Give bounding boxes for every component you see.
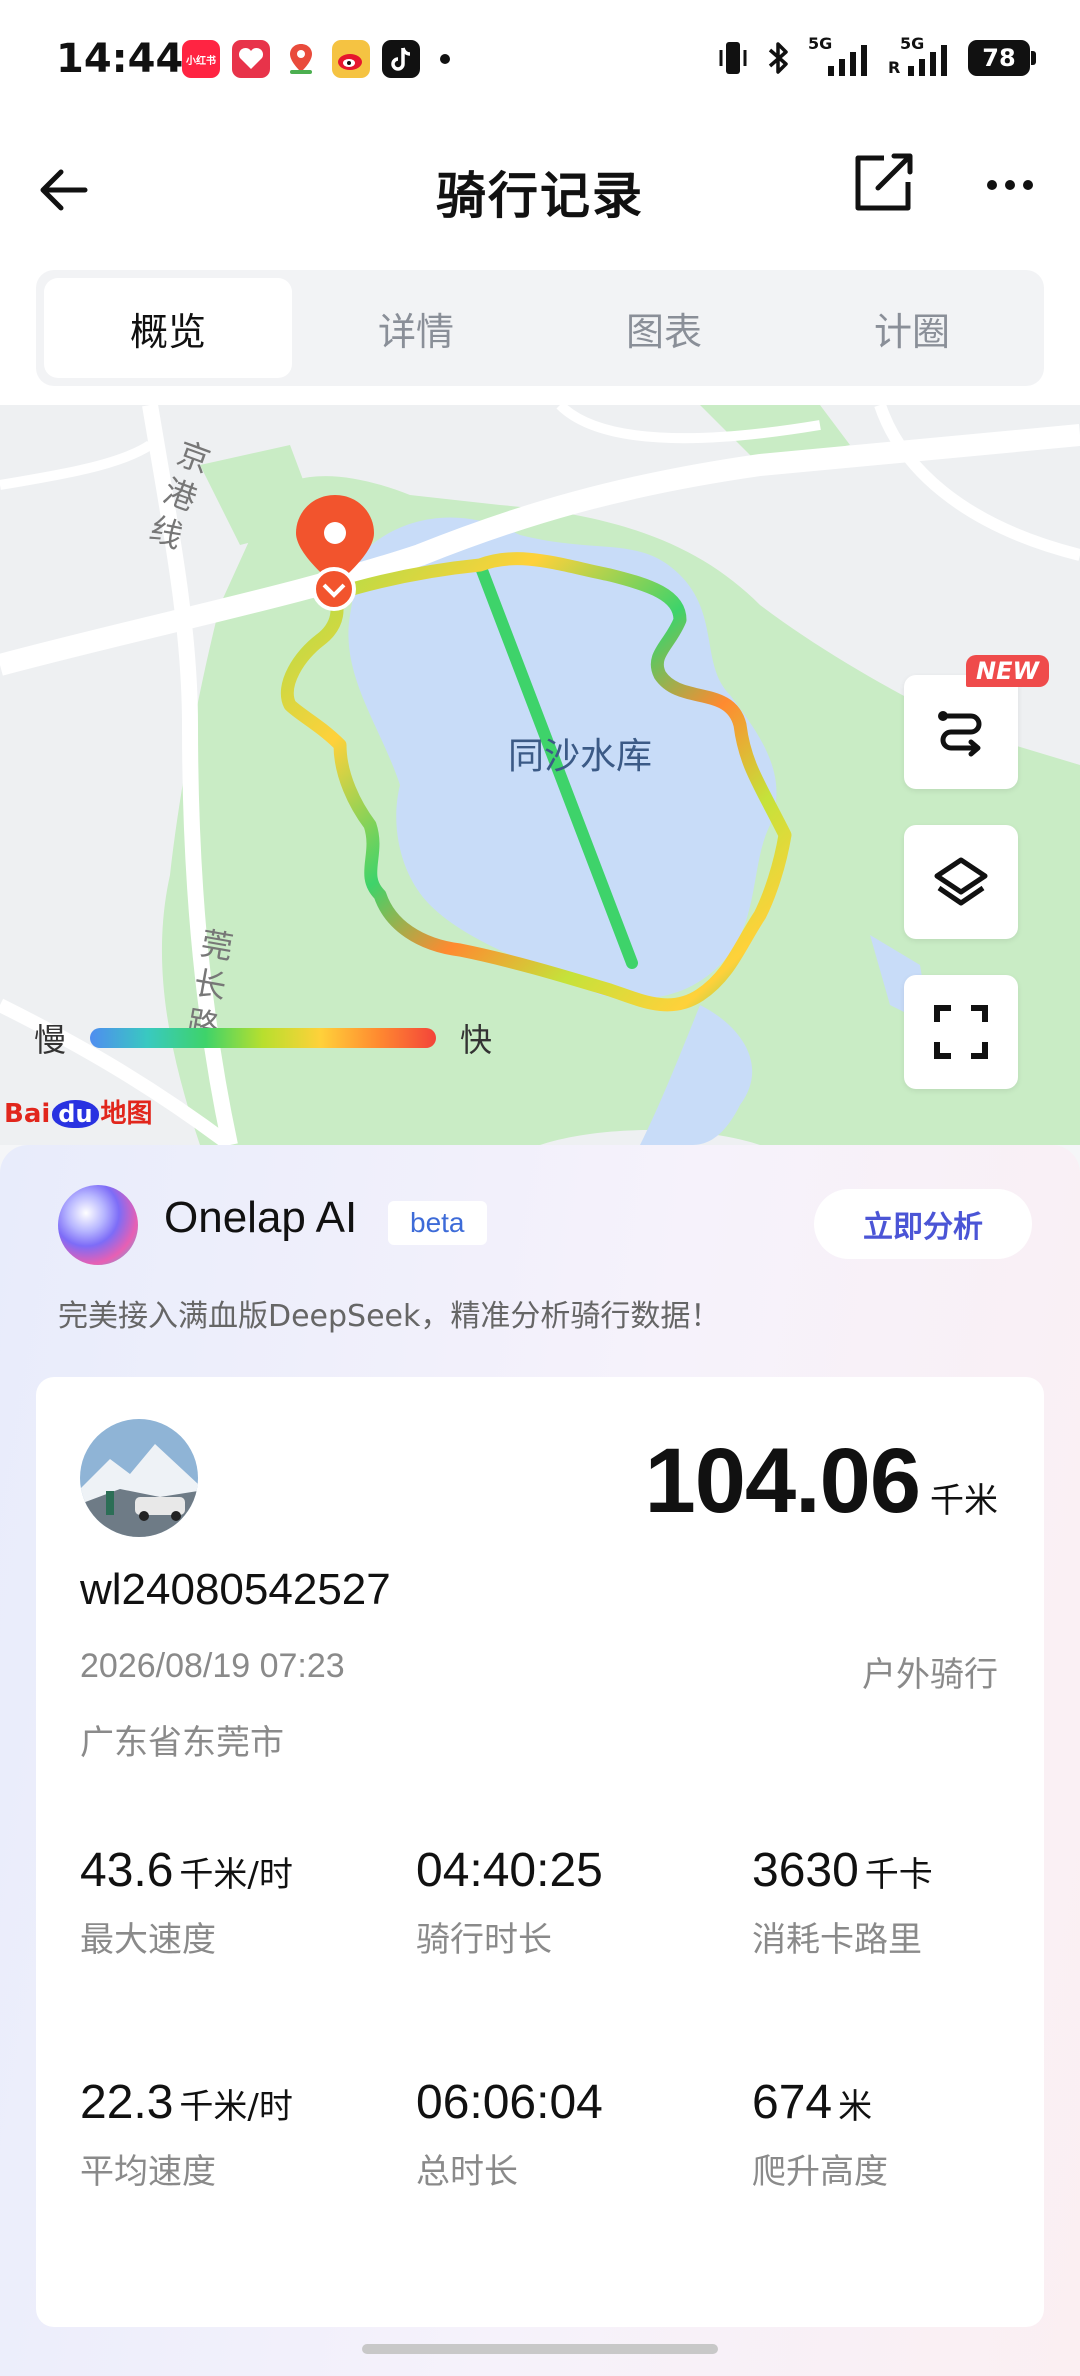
- map-layers-button[interactable]: [904, 825, 1018, 939]
- stat-unit: 千米/时: [179, 2087, 293, 2127]
- heart-app-icon: [232, 40, 270, 78]
- notification-icons: 小红书: [182, 40, 450, 78]
- stat-value: 43.6: [80, 1844, 174, 1897]
- stat-ride-time: 04:40:25 骑行时长: [416, 1843, 736, 1961]
- tab-bar: 概览 详情 图表 计圈: [36, 270, 1044, 386]
- stat-value: 3630: [752, 1844, 859, 1897]
- tiktok-icon: [382, 40, 420, 78]
- analyze-now-button[interactable]: 立即分析: [814, 1189, 1032, 1259]
- stat-unit: 千米/时: [179, 1855, 293, 1895]
- maps-icon: [282, 40, 320, 78]
- xiaohongshu-icon: 小红书: [182, 40, 220, 78]
- stat-value: 06:06:04: [416, 2076, 603, 2129]
- baidu-logo-suffix: 地图: [100, 1099, 153, 1129]
- avatar[interactable]: [80, 1419, 198, 1537]
- ai-title: Onelap AI: [164, 1193, 358, 1242]
- bluetooth-icon: [768, 42, 788, 74]
- layers-icon: [934, 857, 988, 906]
- app-header: 骑行记录: [0, 120, 1080, 270]
- distance: 104.06 千米: [645, 1429, 998, 1534]
- stat-unit: 米: [838, 2087, 873, 2127]
- tab-charts[interactable]: 图表: [540, 278, 788, 378]
- legend-slow-label: 慢: [34, 1021, 67, 1059]
- stat-value: 674: [752, 2076, 833, 2129]
- signal-2-icon: 5G R: [888, 34, 954, 78]
- ride-type: 户外骑行: [862, 1655, 998, 1695]
- distance-value: 104.06: [644, 1430, 921, 1532]
- signal-1-icon: 5G: [808, 34, 874, 78]
- more-notifications-dot: [440, 54, 450, 64]
- tab-bar-container: 概览 详情 图表 计圈: [0, 255, 1080, 405]
- stat-avg-speed: 22.3 千米/时 平均速度: [80, 2075, 400, 2193]
- ai-description: 完美接入满血版DeepSeek，精准分析骑行数据！: [58, 1299, 721, 1334]
- legend-gradient-bar: [90, 1028, 437, 1048]
- username: wl24080542527: [80, 1565, 391, 1614]
- baidu-logo-paw: du: [52, 1100, 99, 1128]
- weibo-icon: [332, 40, 370, 78]
- baidu-logo-prefix: Bai: [4, 1099, 51, 1129]
- road-nw: [0, 440, 153, 490]
- stat-value: 04:40:25: [416, 1844, 603, 1897]
- edit-button[interactable]: [850, 150, 920, 220]
- speed-legend: 慢 快: [34, 1015, 492, 1061]
- roaming-label: R: [888, 58, 901, 77]
- tab-overview[interactable]: 概览: [44, 278, 292, 378]
- status-time: 14:44: [56, 36, 184, 82]
- distance-unit: 千米: [930, 1481, 998, 1521]
- avatar-image: [80, 1419, 198, 1537]
- stat-elevation-gain: 674 米 爬升高度: [752, 2075, 1072, 2193]
- stat-max-speed: 43.6 千米/时 最大速度: [80, 1843, 400, 1961]
- home-indicator[interactable]: [362, 2344, 718, 2354]
- system-icons: 5G 5G R 78: [716, 34, 1036, 78]
- route-replay-button[interactable]: [904, 675, 1018, 789]
- legend-fast-label: 快: [460, 1021, 493, 1059]
- ride-summary-card: 104.06 千米 wl24080542527 2026/08/19 07:23…: [36, 1377, 1044, 2327]
- fullscreen-button[interactable]: [904, 975, 1018, 1089]
- stat-label: 总时长: [416, 2152, 518, 2192]
- fullscreen-icon: [934, 1005, 988, 1059]
- more-button[interactable]: [975, 150, 1045, 220]
- stat-label: 平均速度: [80, 2152, 216, 2192]
- battery-level: 78: [982, 44, 1016, 72]
- status-bar: 14:44 小红书 5G 5G R 78: [0, 0, 1080, 120]
- stat-calories: 3630 千卡 消耗卡路里: [752, 1843, 1072, 1961]
- ai-beta-badge: beta: [388, 1201, 487, 1245]
- stat-total-time: 06:06:04 总时长: [416, 2075, 736, 2193]
- stat-unit: 千卡: [864, 1855, 933, 1895]
- stat-label: 最大速度: [80, 1920, 216, 1960]
- tab-laps[interactable]: 计圈: [788, 278, 1036, 378]
- more-icon: [987, 180, 1033, 190]
- route-replay-icon: [938, 711, 982, 757]
- edit-icon: [855, 153, 913, 211]
- onelap-ai-logo-icon: [58, 1185, 138, 1265]
- baidu-map-logo: Bai du 地图: [4, 1093, 153, 1130]
- stat-value: 22.3: [80, 2076, 174, 2129]
- ride-location: 广东省东莞市: [80, 1723, 284, 1763]
- ride-datetime: 2026/08/19 07:23: [80, 1647, 345, 1685]
- xiaohongshu-icon-text: 小红书: [186, 55, 216, 67]
- stat-label: 骑行时长: [416, 1920, 552, 1960]
- route-map[interactable]: 同沙水库 京港线 莞长路 慢 快 Bai du 地图 NEW: [0, 405, 1080, 1145]
- tab-details[interactable]: 详情: [292, 278, 540, 378]
- stat-label: 爬升高度: [752, 2152, 888, 2192]
- stat-label: 消耗卡路里: [752, 1920, 922, 1960]
- vibrate-icon: [719, 42, 747, 74]
- lake-label: 同沙水库: [508, 736, 653, 777]
- battery-icon: 78: [968, 40, 1036, 76]
- new-badge: NEW: [966, 655, 1049, 687]
